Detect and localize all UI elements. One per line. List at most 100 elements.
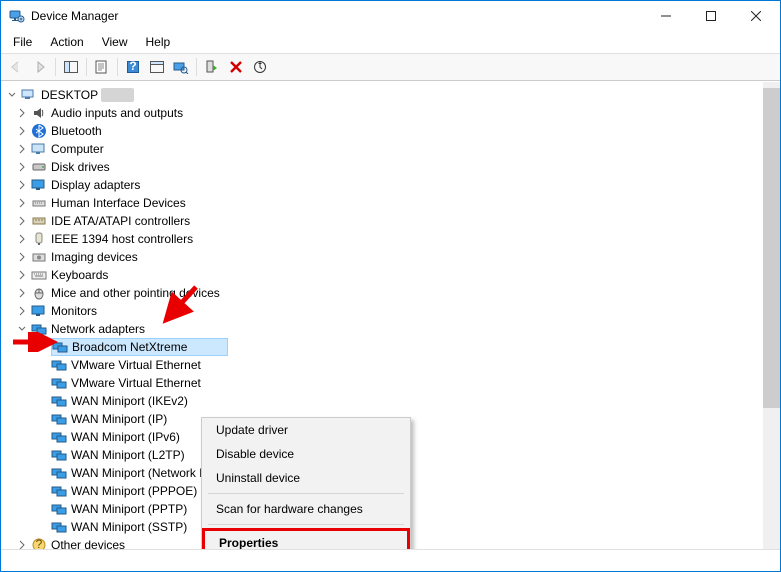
item-label: Broadcom NetXtreme <box>72 340 187 354</box>
maximize-button[interactable] <box>688 2 733 30</box>
tree-category-hid[interactable]: Human Interface Devices <box>11 194 763 212</box>
scan-hardware-button[interactable] <box>170 56 192 78</box>
category-label: Audio inputs and outputs <box>51 106 183 120</box>
tree-category-ieee1394[interactable]: IEEE 1394 host controllers <box>11 230 763 248</box>
app-icon <box>9 8 25 24</box>
help-button[interactable]: ? <box>122 56 144 78</box>
other-icon: ? <box>31 537 47 549</box>
menu-help[interactable]: Help <box>138 33 179 51</box>
network-adapter-icon <box>51 483 67 499</box>
item-label: VMware Virtual Ethernet <box>71 358 201 372</box>
tree-item-vmware2[interactable]: VMware Virtual Ethernet <box>31 374 763 392</box>
expand-icon[interactable] <box>15 160 29 174</box>
audio-icon <box>31 105 47 121</box>
tree-category-keyboards[interactable]: Keyboards <box>11 266 763 284</box>
expand-icon[interactable] <box>15 106 29 120</box>
back-button[interactable] <box>5 56 27 78</box>
context-update-driver[interactable]: Update driver <box>202 418 410 442</box>
annotation-arrow <box>11 332 61 352</box>
expand-icon[interactable] <box>15 124 29 138</box>
tree-category-ide[interactable]: IDE ATA/ATAPI controllers <box>11 212 763 230</box>
tree-category-computer[interactable]: Computer <box>11 140 763 158</box>
minimize-button[interactable] <box>643 2 688 30</box>
expand-icon[interactable] <box>15 250 29 264</box>
item-label: WAN Miniport (SSTP) <box>71 520 187 534</box>
redacted: XXXX <box>101 88 133 102</box>
properties-button[interactable] <box>91 56 113 78</box>
expand-icon[interactable] <box>15 178 29 192</box>
network-adapter-icon <box>51 393 67 409</box>
tree-category-display[interactable]: Display adapters <box>11 176 763 194</box>
update-driver-button[interactable] <box>249 56 271 78</box>
network-adapter-icon <box>51 501 67 517</box>
item-label: VMware Virtual Ethernet <box>71 376 201 390</box>
display-icon <box>31 177 47 193</box>
disk-icon <box>31 159 47 175</box>
context-uninstall-device[interactable]: Uninstall device <box>202 466 410 490</box>
network-adapter-icon <box>51 375 67 391</box>
action-button[interactable] <box>146 56 168 78</box>
menu-file[interactable]: File <box>5 33 40 51</box>
tree-category-bluetooth[interactable]: Bluetooth <box>11 122 763 140</box>
context-disable-device[interactable]: Disable device <box>202 442 410 466</box>
category-label: Disk drives <box>51 160 110 174</box>
tree-category-imaging[interactable]: Imaging devices <box>11 248 763 266</box>
category-label: Computer <box>51 142 104 156</box>
forward-button[interactable] <box>29 56 51 78</box>
toolbar-separator <box>86 58 87 76</box>
tree-item-broadcom[interactable]: Broadcom NetXtreme <box>31 338 763 356</box>
expand-icon[interactable] <box>15 232 29 246</box>
tree-category-network[interactable]: Network adapters <box>11 320 763 338</box>
context-scan-hardware[interactable]: Scan for hardware changes <box>202 497 410 521</box>
tree-category-disk[interactable]: Disk drives <box>11 158 763 176</box>
tree-category-audio[interactable]: Audio inputs and outputs <box>11 104 763 122</box>
monitor-icon <box>31 303 47 319</box>
expand-icon[interactable] <box>15 268 29 282</box>
item-label: WAN Miniport (L2TP) <box>71 448 185 462</box>
toolbar-separator <box>196 58 197 76</box>
category-label: Display adapters <box>51 178 140 192</box>
statusbar <box>1 549 780 571</box>
menu-action[interactable]: Action <box>42 33 91 51</box>
context-divider <box>208 524 404 525</box>
expand-icon[interactable] <box>15 286 29 300</box>
expand-icon[interactable] <box>15 214 29 228</box>
scrollbar-thumb[interactable] <box>763 88 780 408</box>
network-adapter-icon <box>51 519 67 535</box>
expand-icon[interactable] <box>15 538 29 549</box>
context-divider <box>208 493 404 494</box>
uninstall-button[interactable] <box>225 56 247 78</box>
category-label: Monitors <box>51 304 97 318</box>
content-area: DESKTOP XXXX Audio inputs and outputs Bl… <box>1 81 780 549</box>
close-button[interactable] <box>733 2 778 30</box>
category-label: Network adapters <box>51 322 145 336</box>
tree-item-vmware1[interactable]: VMware Virtual Ethernet <box>31 356 763 374</box>
expand-icon[interactable] <box>15 142 29 156</box>
item-label: WAN Miniport (IKEv2) <box>71 394 188 408</box>
tree-category-mice[interactable]: Mice and other pointing devices <box>11 284 763 302</box>
tree-item-wan-ike[interactable]: WAN Miniport (IKEv2) <box>31 392 763 410</box>
network-adapter-icon <box>51 465 67 481</box>
category-label: IEEE 1394 host controllers <box>51 232 193 246</box>
enable-button[interactable] <box>201 56 223 78</box>
expand-icon[interactable] <box>15 304 29 318</box>
network-adapter-icon <box>51 447 67 463</box>
ieee1394-icon <box>31 231 47 247</box>
vertical-scrollbar[interactable] <box>763 82 780 549</box>
svg-text:?: ? <box>129 60 136 73</box>
tree-category-monitors[interactable]: Monitors <box>11 302 763 320</box>
device-manager-window: Device Manager File Action View Help <box>0 0 781 572</box>
item-label: WAN Miniport (IP) <box>71 412 167 426</box>
svg-text:?: ? <box>36 537 43 549</box>
menu-view[interactable]: View <box>94 33 136 51</box>
root-label: DESKTOP <box>41 88 98 102</box>
collapse-icon[interactable] <box>5 88 19 102</box>
imaging-icon <box>31 249 47 265</box>
tree-root[interactable]: DESKTOP XXXX <box>1 86 763 104</box>
item-label: WAN Miniport (PPTP) <box>71 502 187 516</box>
expand-icon[interactable] <box>15 196 29 210</box>
computer-icon <box>31 141 47 157</box>
category-label: Keyboards <box>51 268 108 282</box>
context-properties[interactable]: Properties <box>202 528 410 549</box>
show-hide-tree-button[interactable] <box>60 56 82 78</box>
